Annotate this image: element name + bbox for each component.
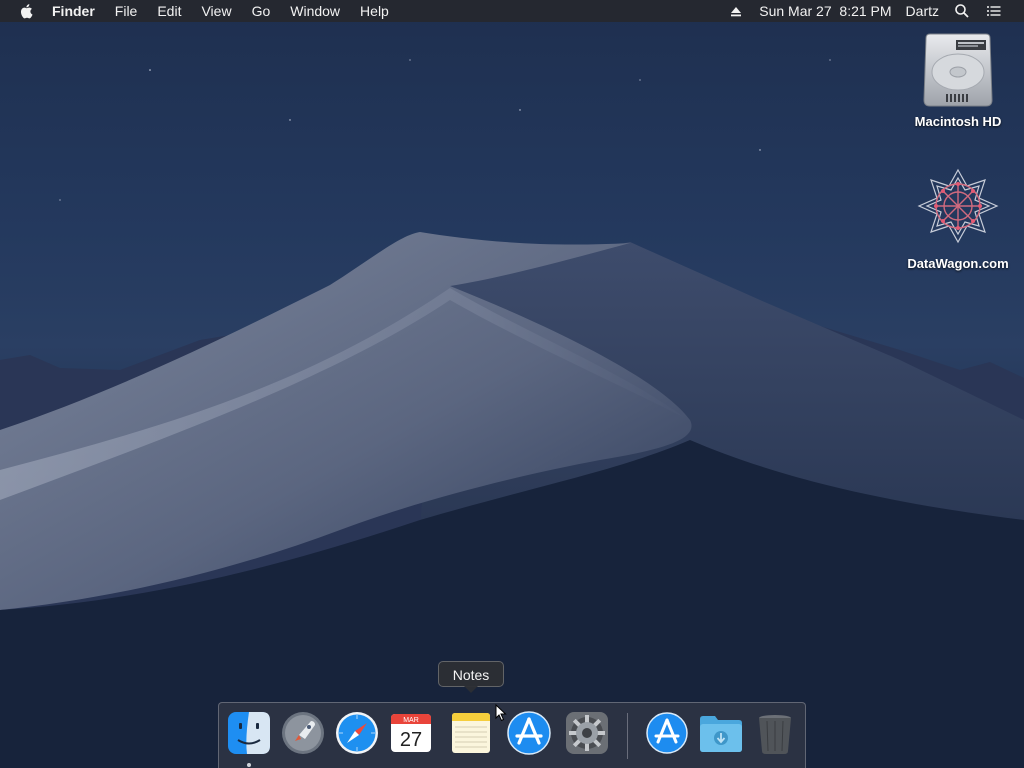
desktop-icon-label: Macintosh HD: [914, 114, 1002, 129]
menu-clock[interactable]: Sun Mar 27 8:21 PM: [752, 0, 898, 22]
dock-app-system-preferences[interactable]: [563, 709, 611, 757]
dock-app-app-store[interactable]: [505, 709, 553, 757]
app-store-icon: [646, 712, 688, 754]
eject-icon[interactable]: [728, 3, 744, 19]
desktop-wallpaper: [0, 0, 1024, 768]
notification-center-icon[interactable]: [986, 3, 1002, 19]
calendar-month: MAR: [403, 717, 419, 724]
app-store-icon: [507, 711, 551, 755]
dock-separator: [627, 713, 628, 759]
launchpad-icon: [282, 712, 324, 754]
notes-icon: [452, 713, 490, 753]
dock-app-notes[interactable]: [447, 709, 495, 757]
calendar-day: 27: [400, 729, 422, 751]
dock-app-trash[interactable]: [751, 709, 799, 757]
menu-help[interactable]: Help: [350, 0, 399, 22]
running-indicator: [247, 763, 251, 767]
calendar-icon: MAR 27: [391, 714, 431, 752]
dock-app-store-downloads[interactable]: [643, 709, 691, 757]
dock-app-finder[interactable]: [225, 709, 273, 767]
menu-window[interactable]: Window: [280, 0, 350, 22]
hard-drive-icon: [923, 33, 993, 107]
menu-view[interactable]: View: [191, 0, 241, 22]
downloads-folder-icon: [700, 716, 742, 752]
menu-user[interactable]: Dartz: [899, 0, 946, 22]
trash-icon: [759, 715, 791, 754]
desktop-icon-datawagon[interactable]: DataWagon.com: [898, 168, 1018, 271]
menu-file[interactable]: File: [105, 0, 148, 22]
dock-app-calendar[interactable]: MAR 27: [387, 709, 435, 757]
dock-tooltip-arrow: [464, 686, 478, 693]
menu-app-name[interactable]: Finder: [42, 0, 105, 22]
dock-app-launchpad[interactable]: [279, 709, 327, 757]
menu-bar: Finder File Edit View Go Window Help Sun…: [0, 0, 1024, 22]
menu-edit[interactable]: Edit: [147, 0, 191, 22]
dock: MAR 27: [218, 702, 806, 768]
apple-icon[interactable]: [20, 3, 34, 19]
system-preferences-icon: [566, 712, 608, 754]
spotlight-search-icon[interactable]: [954, 3, 970, 19]
desktop-icon-macintosh-hd[interactable]: Macintosh HD: [898, 32, 1018, 129]
network-volume-icon: [917, 168, 999, 244]
dock-app-downloads[interactable]: [697, 709, 745, 757]
safari-icon: [336, 712, 378, 754]
dock-app-safari[interactable]: [333, 709, 381, 757]
finder-icon: [228, 712, 270, 754]
dock-tooltip: Notes: [438, 661, 504, 687]
mouse-cursor-icon: [495, 703, 507, 727]
menu-go[interactable]: Go: [242, 0, 281, 22]
desktop-icon-label: DataWagon.com: [907, 256, 1009, 271]
